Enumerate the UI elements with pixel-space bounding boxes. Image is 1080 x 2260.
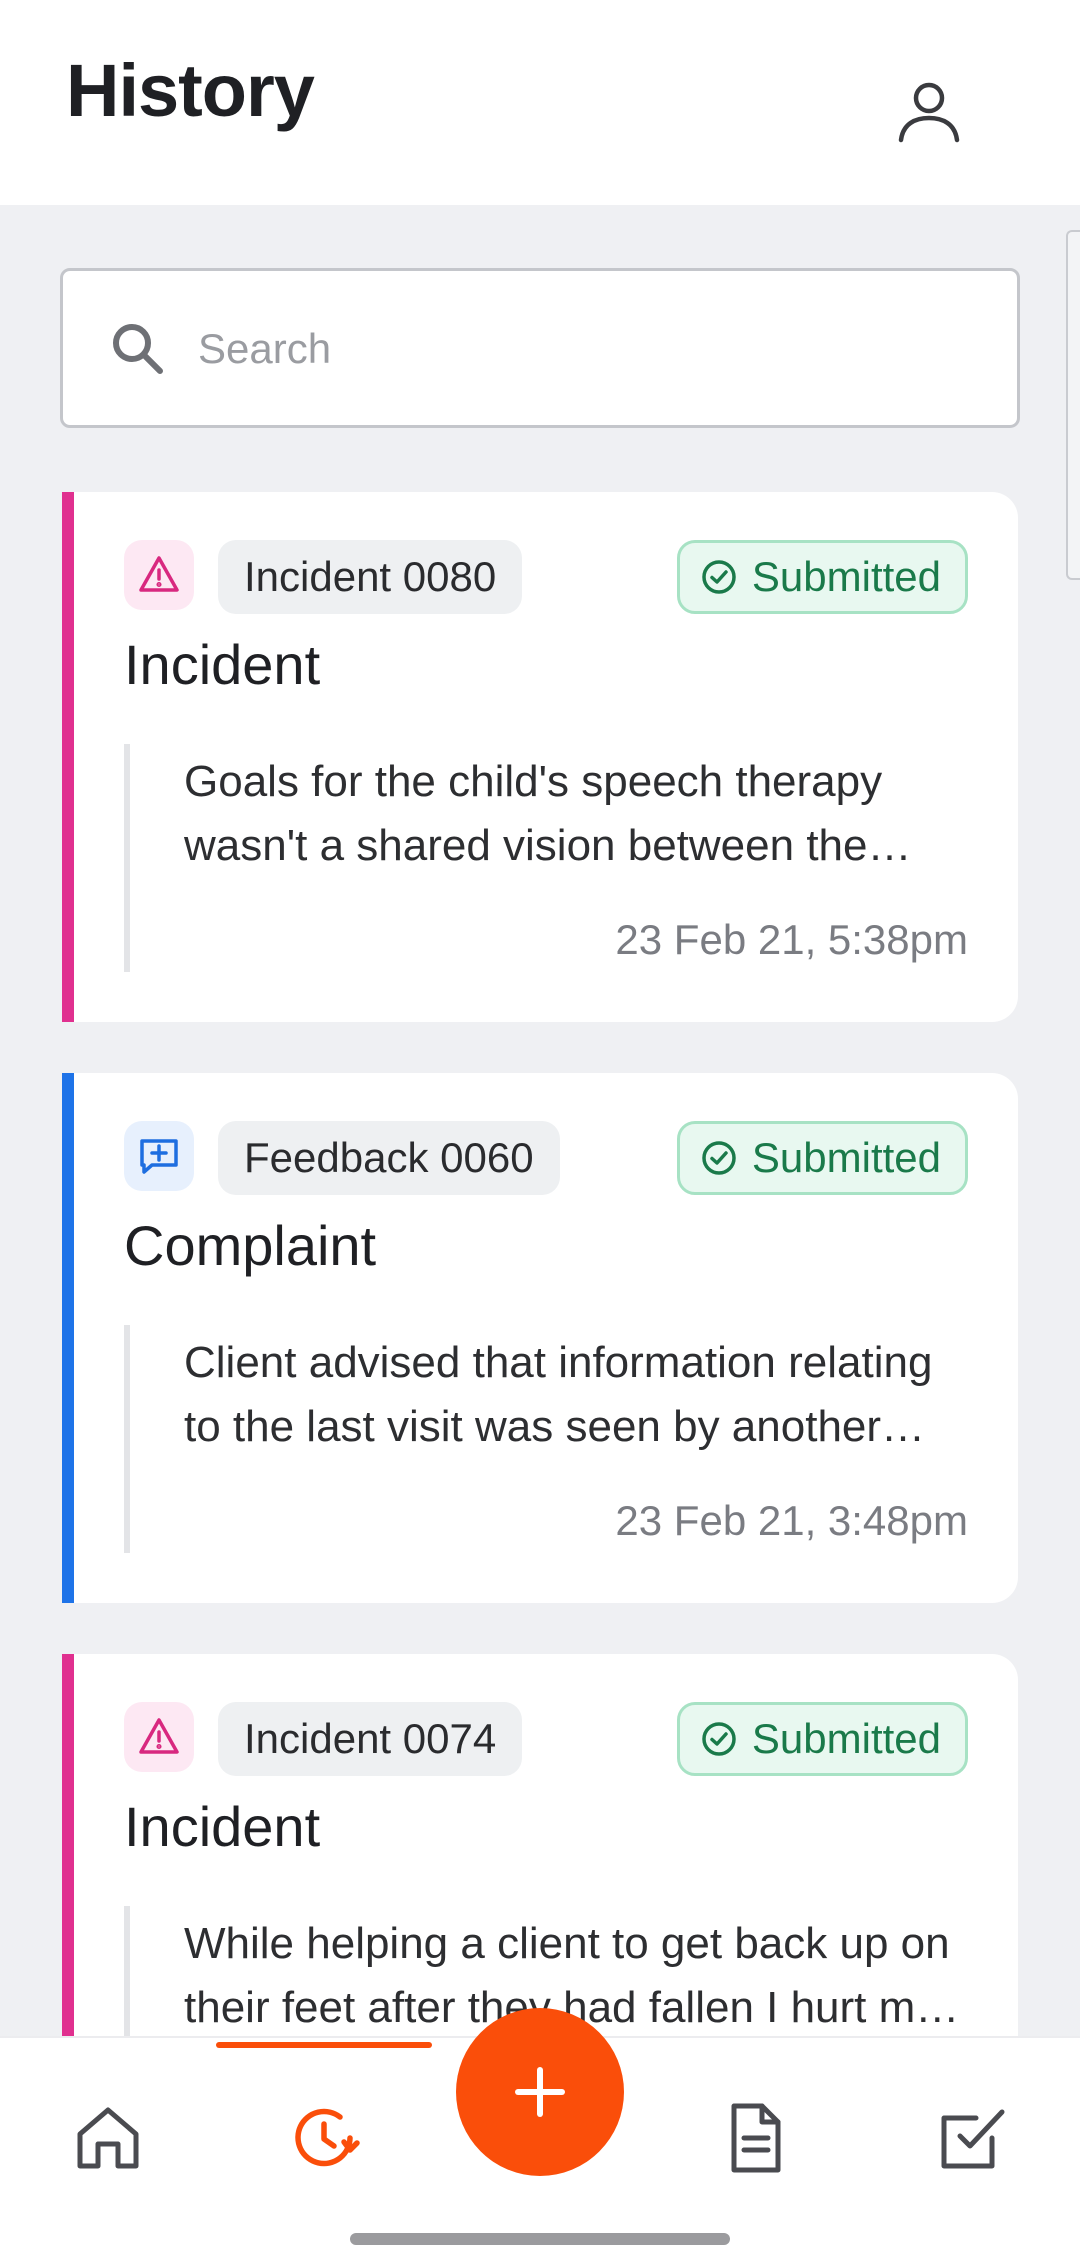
status-label: Submitted	[751, 1715, 941, 1762]
app-screen: History Incident 0080	[0, 0, 1080, 2260]
card-accent-stripe	[62, 492, 74, 1022]
feedback-type-badge	[124, 1121, 194, 1191]
search-icon	[113, 324, 163, 374]
card-title: Incident	[124, 633, 321, 696]
plus-icon	[515, 2067, 565, 2117]
message-plus-icon	[140, 1139, 178, 1174]
page-title: History	[66, 49, 315, 132]
search-input[interactable]	[198, 311, 978, 387]
card-timestamp: 23 Feb 21, 3:48pm	[615, 1497, 968, 1544]
history-clock-icon[interactable]	[284, 2098, 364, 2178]
status-label: Submitted	[751, 553, 941, 600]
status-badge: Submitted	[676, 1702, 968, 1776]
status-badge: Submitted	[676, 540, 968, 614]
status-label: Submitted	[751, 1134, 941, 1181]
check-circle-icon	[702, 560, 736, 594]
warning-triangle-icon	[139, 1718, 179, 1754]
card-excerpt: Goals for the child's speech therapy was…	[124, 744, 968, 972]
home-icon[interactable]	[68, 2098, 148, 2178]
card-excerpt: Client advised that information relating…	[124, 1325, 968, 1553]
user-icon[interactable]	[893, 74, 965, 146]
checkbox-icon[interactable]	[932, 2098, 1012, 2178]
status-badge: Submitted	[676, 1121, 968, 1195]
history-card[interactable]: Incident 0080 Submitted Incident Goals f…	[62, 492, 1018, 1022]
card-accent-stripe	[62, 1073, 74, 1603]
incident-type-badge	[124, 540, 194, 610]
document-icon[interactable]	[716, 2098, 796, 2178]
reference-chip: Incident 0080	[218, 540, 523, 614]
check-circle-icon	[702, 1722, 736, 1756]
card-title: Incident	[124, 1795, 321, 1858]
search-bar[interactable]	[60, 268, 1020, 428]
warning-triangle-icon	[139, 556, 179, 592]
active-tab-indicator	[216, 2042, 432, 2048]
excerpt-text: Goals for the child's speech therapy was…	[184, 757, 883, 870]
check-circle-icon	[702, 1141, 736, 1175]
card-title: Complaint	[124, 1214, 377, 1277]
add-report-button[interactable]	[456, 2008, 624, 2176]
app-header: History	[0, 0, 1080, 205]
excerpt-text: Client advised that information relating…	[184, 1338, 933, 1451]
reference-chip: Feedback 0060	[218, 1121, 560, 1195]
history-card[interactable]: Feedback 0060 Submitted Complaint Client…	[62, 1073, 1018, 1603]
incident-type-badge	[124, 1702, 194, 1772]
card-timestamp: 23 Feb 21, 5:38pm	[615, 916, 968, 963]
reference-chip: Incident 0074	[218, 1702, 523, 1776]
gesture-home-bar[interactable]	[350, 2233, 730, 2245]
scrollbar[interactable]	[1066, 230, 1080, 580]
